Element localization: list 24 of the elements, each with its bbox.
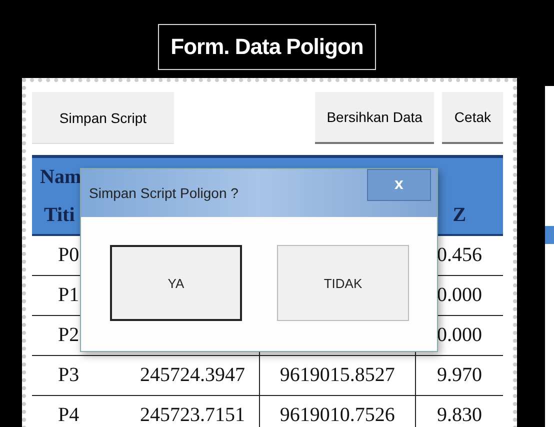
table-cell: 245723.7151 (140, 404, 245, 427)
column-header: Nam (40, 166, 82, 188)
column-header: Z (452, 204, 466, 226)
form-title: Form. Data Poligon (158, 24, 376, 70)
table-cell: P3 (58, 364, 80, 387)
table-cell: 9619015.8527 (280, 364, 395, 387)
table-cell: 9.830 (436, 404, 482, 427)
table-cell: P0 (58, 244, 80, 267)
toolbar-button[interactable]: Bersihkan Data (314, 92, 434, 144)
table-cell: 245724.3947 (140, 364, 245, 387)
dialog-button[interactable]: YA (110, 245, 242, 321)
toolbar-button[interactable]: Cetak (442, 92, 503, 144)
table-cell: P1 (58, 284, 80, 307)
dialog-button[interactable]: TIDAK (277, 245, 409, 321)
table-cell: P4 (58, 404, 80, 427)
table-cell: 9619010.7526 (280, 404, 395, 427)
dialog-title: Simpan Script Poligon ? (89, 185, 238, 201)
column-header: Titi (44, 204, 75, 226)
table-cell: P2 (58, 324, 80, 347)
table-cell: 0.456 (436, 244, 482, 267)
table-cell: 0.000 (436, 324, 482, 347)
table-cell: 0.000 (436, 284, 482, 307)
table-cell: 9.970 (436, 364, 482, 387)
toolbar-button[interactable]: Simpan Script (32, 92, 174, 144)
